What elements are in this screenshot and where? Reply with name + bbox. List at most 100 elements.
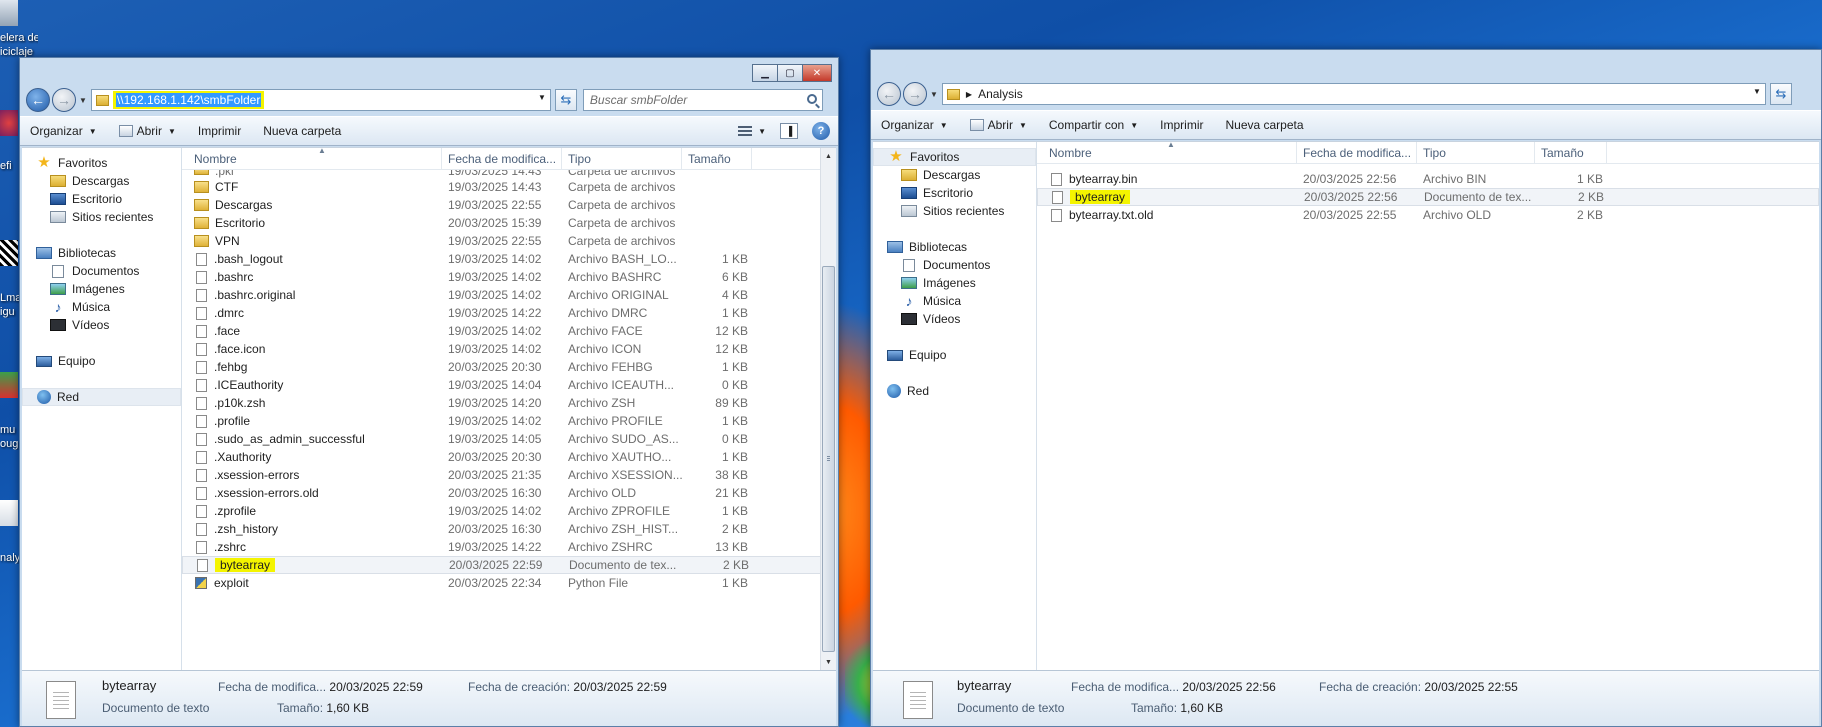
table-row[interactable]: .dmrc 19/03/2025 14:22 Archivo DMRC 1 KB [182, 304, 836, 322]
table-row[interactable]: Escritorio 20/03/2025 15:39 Carpeta de arc… [182, 214, 836, 232]
chevron-down-icon[interactable]: ▼ [538, 93, 546, 102]
table-row[interactable]: .bashrc 19/03/2025 14:02 Archivo BASHRC 6 K… [182, 268, 836, 286]
new-folder-button[interactable]: Nueva carpeta [263, 124, 341, 138]
nav-desktop[interactable]: Escritorio [22, 190, 181, 208]
table-row[interactable]: .xsession-errors.old 20/03/2025 16:30 Arch… [182, 484, 836, 502]
title-bar[interactable]: ▁ ▢ ✕ [20, 58, 838, 84]
table-row[interactable]: VPN 19/03/2025 22:55 Carpeta de archivos [182, 232, 836, 250]
scroll-up-button[interactable]: ▲ [821, 148, 836, 164]
nav-libraries[interactable]: Bibliotecas [22, 244, 181, 262]
minimize-button[interactable]: ▁ [752, 64, 778, 82]
table-row[interactable]: bytearray.bin 20/03/2025 22:56 Archivo BIN… [1037, 170, 1819, 188]
nav-libraries[interactable]: Bibliotecas [873, 238, 1036, 256]
nav-downloads[interactable]: Descargas [22, 172, 181, 190]
column-header-type[interactable]: Tipo [1417, 142, 1535, 164]
nav-images[interactable]: Imágenes [22, 280, 181, 298]
nav-desktop[interactable]: Escritorio [873, 184, 1036, 202]
table-row[interactable]: .bash_logout 19/03/2025 14:02 Archivo BASH… [182, 250, 836, 268]
table-row[interactable]: .bashrc.original 19/03/2025 14:02 Archivo … [182, 286, 836, 304]
open-menu[interactable]: Abrir ▼ [118, 124, 176, 138]
scrollbar-thumb[interactable] [822, 266, 835, 652]
chevron-down-icon[interactable]: ▼ [1753, 87, 1761, 96]
address-bar[interactable]: \\192.168.1.142\smbFolder ▼ [90, 89, 551, 111]
print-button[interactable]: Imprimir [1160, 118, 1203, 132]
search-input[interactable]: Buscar smbFolder [582, 89, 823, 111]
help-button[interactable]: ? [812, 122, 830, 140]
table-row[interactable]: .ICEauthority 19/03/2025 14:04 Archivo ICE… [182, 376, 836, 394]
app-icon[interactable] [0, 372, 18, 398]
scroll-down-button[interactable]: ▼ [821, 654, 836, 670]
close-button[interactable]: ✕ [802, 64, 832, 82]
table-row[interactable]: .p10k.zsh 19/03/2025 14:20 Archivo ZSH 89 K… [182, 394, 836, 412]
organize-menu[interactable]: Organizar ▼ [881, 118, 948, 132]
table-row[interactable]: .xsession-errors 20/03/2025 21:35 Archivo … [182, 466, 836, 484]
search-icon[interactable] [806, 94, 817, 104]
back-button[interactable]: ← [877, 82, 901, 106]
recycle-bin-icon[interactable] [0, 0, 18, 26]
vertical-scrollbar[interactable]: ▲ ▼ [820, 148, 836, 670]
forward-button[interactable]: → [52, 88, 76, 112]
column-header-date[interactable]: Fecha de modifica... [1297, 142, 1417, 164]
table-row[interactable]: .Xauthority 20/03/2025 20:30 Archivo XAUTH… [182, 448, 836, 466]
nav-videos[interactable]: Vídeos [22, 316, 181, 334]
table-row[interactable]: .fehbg 20/03/2025 20:30 Archivo FEHBG 1 KB [182, 358, 836, 376]
open-menu[interactable]: Abrir ▼ [969, 118, 1027, 132]
maximize-button[interactable]: ▢ [777, 64, 803, 82]
file-icon[interactable] [0, 500, 18, 526]
table-row[interactable]: .zshrc 19/03/2025 14:22 Archivo ZSHRC 13 KB [182, 538, 836, 556]
table-row[interactable]: Descargas 19/03/2025 22:55 Carpeta de arch… [182, 196, 836, 214]
breadcrumb[interactable]: Analysis [978, 87, 1023, 101]
nav-favorites[interactable]: ★ Favoritos [873, 148, 1036, 166]
nav-network[interactable]: Red [873, 382, 1036, 400]
breadcrumb-separator-icon[interactable]: ▶ [966, 90, 972, 99]
nav-documents[interactable]: Documentos [873, 256, 1036, 274]
file-date: 20/03/2025 15:39 [448, 216, 542, 230]
organize-menu[interactable]: Organizar ▼ [30, 124, 97, 138]
file-icon [196, 540, 207, 554]
nav-favorites[interactable]: ★ Favoritos [22, 154, 181, 172]
nav-recent-places[interactable]: Sitios recientes [22, 208, 181, 226]
app-icon[interactable] [0, 240, 18, 266]
address-bar[interactable]: ▶ Analysis ▼ [941, 83, 1766, 105]
nav-music[interactable]: ♪ Música [873, 292, 1036, 310]
table-row[interactable]: CTF 19/03/2025 14:43 Carpeta de archivos [182, 178, 836, 196]
new-folder-button[interactable]: Nueva carpeta [1225, 118, 1303, 132]
table-row[interactable]: bytearray 20/03/2025 22:56 Documento de te… [1037, 188, 1819, 206]
nav-music[interactable]: ♪ Música [22, 298, 181, 316]
nav-computer[interactable]: Equipo [873, 346, 1036, 364]
table-row[interactable]: exploit 20/03/2025 22:34 Python File 1 KB [182, 574, 836, 592]
nav-recent-places[interactable]: Sitios recientes [873, 202, 1036, 220]
nav-images[interactable]: Imágenes [873, 274, 1036, 292]
table-row[interactable]: bytearray 20/03/2025 22:59 Documento de te… [182, 556, 836, 574]
table-row[interactable]: .face.icon 19/03/2025 14:02 Archivo ICON 12… [182, 340, 836, 358]
back-button[interactable]: ← [26, 88, 50, 112]
table-row[interactable]: .face 19/03/2025 14:02 Archivo FACE 12 KB [182, 322, 836, 340]
table-row[interactable]: .profile 19/03/2025 14:02 Archivo PROFILE 1… [182, 412, 836, 430]
column-header-date[interactable]: Fecha de modifica... [442, 148, 562, 170]
nav-network[interactable]: Red [22, 388, 181, 406]
table-row[interactable]: .zsh_history 20/03/2025 16:30 Archivo ZSH_… [182, 520, 836, 538]
refresh-button[interactable]: ⇆ [1769, 83, 1792, 105]
table-row[interactable]: .zprofile 19/03/2025 14:02 Archivo ZPROFIL… [182, 502, 836, 520]
table-row[interactable]: .sudo_as_admin_successful 19/03/2025 14:0… [182, 430, 836, 448]
recent-pages-dropdown[interactable]: ▼ [79, 96, 87, 105]
refresh-button[interactable]: ⇆ [554, 89, 577, 111]
column-header-size[interactable]: Tamaño [1535, 142, 1607, 164]
app-icon[interactable] [0, 110, 18, 136]
share-menu[interactable]: Compartir con ▼ [1049, 118, 1138, 132]
preview-pane-button[interactable]: ▐ [780, 123, 798, 139]
nav-computer[interactable]: Equipo [22, 352, 181, 370]
column-header-type[interactable]: Tipo [562, 148, 682, 170]
nav-documents[interactable]: Documentos [22, 262, 181, 280]
address-text[interactable]: \\192.168.1.142\smbFolder [115, 93, 262, 107]
nav-videos[interactable]: Vídeos [873, 310, 1036, 328]
nav-downloads[interactable]: Descargas [873, 166, 1036, 184]
table-row-partial[interactable]: .pki 19/03/2025 14:43 Carpeta de archivo… [182, 170, 836, 178]
change-view-button[interactable]: ▼ [738, 125, 766, 137]
recent-pages-dropdown[interactable]: ▼ [930, 90, 938, 99]
column-header-name[interactable]: Nombre [182, 148, 442, 170]
print-button[interactable]: Imprimir [198, 124, 241, 138]
forward-button[interactable]: → [903, 82, 927, 106]
column-header-size[interactable]: Tamaño [682, 148, 752, 170]
table-row[interactable]: bytearray.txt.old 20/03/2025 22:55 Archivo… [1037, 206, 1819, 224]
